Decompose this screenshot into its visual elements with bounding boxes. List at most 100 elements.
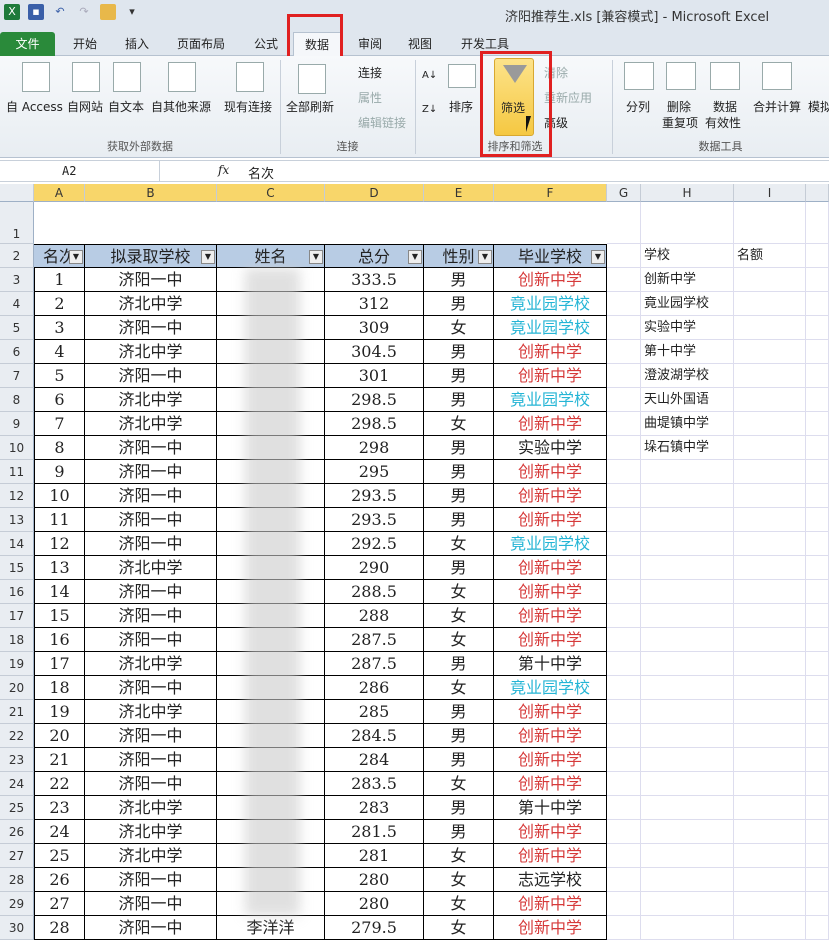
what-if-button[interactable]: 模拟: [808, 98, 829, 115]
cell[interactable]: [806, 508, 829, 532]
table-cell[interactable]: 实验中学: [494, 436, 607, 460]
table-cell[interactable]: 济阳一中: [85, 532, 217, 556]
table-cell[interactable]: 济阳一中: [85, 316, 217, 340]
table-cell[interactable]: 竟业园学校: [494, 316, 607, 340]
cell[interactable]: [734, 652, 806, 676]
table-cell[interactable]: 济北中学: [85, 844, 217, 868]
school-list-item[interactable]: 垛石镇中学: [641, 436, 734, 460]
tab-formulas[interactable]: 公式: [245, 32, 287, 56]
table-cell[interactable]: 竟业园学校: [494, 676, 607, 700]
cell[interactable]: [734, 892, 806, 916]
table-cell[interactable]: 284.5: [325, 724, 424, 748]
cell[interactable]: [641, 580, 734, 604]
table-cell[interactable]: 17: [34, 652, 85, 676]
table-cell[interactable]: 济阳一中: [85, 268, 217, 292]
cell[interactable]: [641, 652, 734, 676]
table-cell[interactable]: 28: [34, 916, 85, 940]
table-cell[interactable]: 8: [34, 436, 85, 460]
cell[interactable]: [607, 868, 641, 892]
cell[interactable]: [607, 628, 641, 652]
cell[interactable]: [806, 652, 829, 676]
table-cell[interactable]: 济北中学: [85, 340, 217, 364]
row-header-30[interactable]: 30: [0, 916, 34, 940]
cell[interactable]: [734, 484, 806, 508]
table-cell[interactable]: 竟业园学校: [494, 388, 607, 412]
table-cell[interactable]: 创新中学: [494, 340, 607, 364]
table-cell[interactable]: 济阳一中: [85, 724, 217, 748]
cell[interactable]: [641, 484, 734, 508]
table-cell[interactable]: 创新中学: [494, 484, 607, 508]
table-cell[interactable]: 18: [34, 676, 85, 700]
table-cell[interactable]: 12: [34, 532, 85, 556]
table-cell[interactable]: 24: [34, 820, 85, 844]
table-cell[interactable]: 女: [424, 916, 494, 940]
table-cell[interactable]: 287.5: [325, 628, 424, 652]
table-cell[interactable]: 竟业园学校: [494, 292, 607, 316]
table-cell[interactable]: 283.5: [325, 772, 424, 796]
cell[interactable]: [607, 820, 641, 844]
cell[interactable]: [806, 412, 829, 436]
table-cell[interactable]: 济阳一中: [85, 748, 217, 772]
table-cell[interactable]: 济阳一中: [85, 364, 217, 388]
data-validation-button[interactable]: 数据: [713, 98, 737, 115]
cell[interactable]: [806, 388, 829, 412]
table-cell[interactable]: 男: [424, 652, 494, 676]
cell[interactable]: [734, 388, 806, 412]
select-all-corner[interactable]: [0, 184, 34, 202]
row-header-9[interactable]: 9: [0, 412, 34, 436]
table-cell[interactable]: 济阳一中: [85, 436, 217, 460]
cell[interactable]: [806, 868, 829, 892]
filter-dropdown-button[interactable]: ▼: [201, 250, 215, 264]
row-header-7[interactable]: 7: [0, 364, 34, 388]
properties-button[interactable]: 属性: [358, 89, 382, 106]
table-cell[interactable]: 女: [424, 532, 494, 556]
cell[interactable]: [607, 556, 641, 580]
row-header-3[interactable]: 3: [0, 268, 34, 292]
table-cell[interactable]: 293.5: [325, 484, 424, 508]
row-header-22[interactable]: 22: [0, 724, 34, 748]
table-cell[interactable]: 女: [424, 844, 494, 868]
cell[interactable]: [607, 340, 641, 364]
cell[interactable]: [806, 340, 829, 364]
cell[interactable]: [607, 748, 641, 772]
cell[interactable]: [806, 604, 829, 628]
table-cell[interactable]: 创新中学: [494, 844, 607, 868]
cell[interactable]: [641, 628, 734, 652]
cell[interactable]: [734, 364, 806, 388]
table-cell[interactable]: 21: [34, 748, 85, 772]
cell[interactable]: [607, 724, 641, 748]
table-cell[interactable]: 333.5: [325, 268, 424, 292]
table-cell[interactable]: 济阳一中: [85, 484, 217, 508]
table-cell[interactable]: 创新中学: [494, 268, 607, 292]
row-header-6[interactable]: 6: [0, 340, 34, 364]
cell[interactable]: [607, 412, 641, 436]
header-cell[interactable]: 名次 ▼: [34, 244, 85, 268]
table-cell[interactable]: 281.5: [325, 820, 424, 844]
cell[interactable]: [734, 436, 806, 460]
table-cell[interactable]: 济北中学: [85, 700, 217, 724]
cell[interactable]: [734, 700, 806, 724]
table-cell[interactable]: 济阳一中: [85, 604, 217, 628]
cell[interactable]: [734, 508, 806, 532]
cell[interactable]: [607, 652, 641, 676]
table-cell[interactable]: 济阳一中: [85, 676, 217, 700]
table-cell[interactable]: 女: [424, 676, 494, 700]
table-cell[interactable]: 298: [325, 436, 424, 460]
row-header-20[interactable]: 20: [0, 676, 34, 700]
table-cell[interactable]: 309: [325, 316, 424, 340]
cell[interactable]: [806, 700, 829, 724]
cell[interactable]: [806, 364, 829, 388]
table-cell[interactable]: 济阳一中: [85, 460, 217, 484]
column-header-A[interactable]: A: [34, 184, 85, 202]
cell[interactable]: [734, 580, 806, 604]
table-cell[interactable]: 4: [34, 340, 85, 364]
table-cell[interactable]: 1: [34, 268, 85, 292]
table-cell[interactable]: 男: [424, 436, 494, 460]
table-cell[interactable]: 304.5: [325, 340, 424, 364]
table-cell[interactable]: 293.5: [325, 508, 424, 532]
table-cell[interactable]: 济北中学: [85, 820, 217, 844]
cell[interactable]: [607, 202, 641, 244]
cell[interactable]: [641, 868, 734, 892]
cell[interactable]: [607, 244, 641, 268]
row-header-29[interactable]: 29: [0, 892, 34, 916]
